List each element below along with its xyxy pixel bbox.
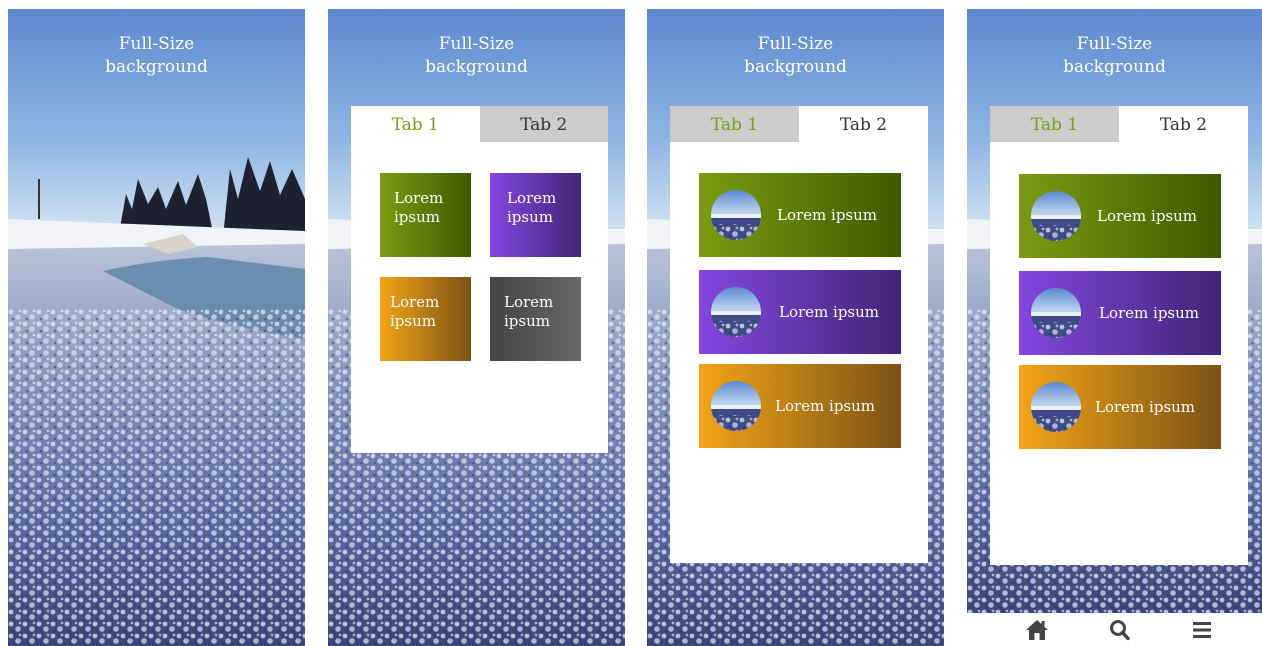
title-line-1: Full-Size bbox=[757, 34, 834, 54]
tile-green[interactable]: Lorem ipsum bbox=[380, 173, 471, 257]
list-item-label: Lorem ipsum bbox=[775, 397, 876, 415]
title-line-1: Full-Size bbox=[1076, 34, 1153, 54]
list-item-green[interactable]: Lorem ipsum bbox=[1019, 174, 1221, 258]
screen-3: Full-Size background Tab 1 Tab 2 Lorem i… bbox=[647, 9, 944, 646]
tab-panel: Tab 1 Tab 2 Lorem ipsum Lorem ipsum Lore… bbox=[670, 106, 928, 563]
title-line-2: background bbox=[1063, 57, 1166, 77]
background-photo bbox=[8, 9, 305, 646]
screen-2: Full-Size background Tab 1 Tab 2 Lorem i… bbox=[328, 9, 625, 646]
list-item-label: Lorem ipsum bbox=[777, 206, 878, 224]
title-line-1: Full-Size bbox=[438, 34, 515, 54]
home-icon[interactable] bbox=[1025, 619, 1049, 641]
list-item-orange[interactable]: Lorem ipsum bbox=[699, 364, 901, 448]
list-item-label: Lorem ipsum bbox=[1095, 398, 1196, 416]
menu-icon[interactable] bbox=[1191, 619, 1215, 641]
search-icon[interactable] bbox=[1108, 619, 1132, 641]
tile-purple[interactable]: Lorem ipsum bbox=[490, 173, 581, 257]
screen-4: Full-Size background Tab 1 Tab 2 Lorem i… bbox=[967, 9, 1262, 613]
background-title: Full-Size background bbox=[328, 33, 625, 79]
title-line-1: Full-Size bbox=[118, 34, 195, 54]
tile-orange[interactable]: Lorem ipsum bbox=[380, 277, 471, 361]
tile-label: Lorem ipsum bbox=[507, 189, 557, 226]
thumbnail bbox=[1031, 191, 1081, 241]
tab-bar: Tab 1 Tab 2 bbox=[351, 106, 608, 142]
screen-1: Full-Size background bbox=[8, 9, 305, 646]
thumbnail bbox=[711, 381, 761, 431]
tab-2[interactable]: Tab 2 bbox=[1119, 106, 1248, 142]
thumbnail bbox=[711, 190, 761, 240]
tab-2[interactable]: Tab 2 bbox=[799, 106, 928, 142]
tab-panel: Tab 1 Tab 2 Lorem ipsum Lorem ipsum Lore… bbox=[351, 106, 608, 453]
tab-1[interactable]: Tab 1 bbox=[351, 106, 480, 142]
list-item-label: Lorem ipsum bbox=[1097, 207, 1198, 225]
tile-label: Lorem ipsum bbox=[504, 293, 554, 330]
tab-panel: Tab 1 Tab 2 Lorem ipsum Lorem ipsum Lore… bbox=[990, 106, 1248, 565]
title-line-2: background bbox=[744, 57, 847, 77]
background-title: Full-Size background bbox=[967, 33, 1262, 79]
background-title: Full-Size background bbox=[8, 33, 305, 79]
thumbnail bbox=[1031, 288, 1081, 338]
list-item-green[interactable]: Lorem ipsum bbox=[699, 173, 901, 257]
tab-bar: Tab 1 Tab 2 bbox=[670, 106, 928, 142]
tab-1[interactable]: Tab 1 bbox=[990, 106, 1119, 142]
tile-label: Lorem ipsum bbox=[390, 293, 440, 330]
tab-2[interactable]: Tab 2 bbox=[479, 106, 608, 142]
thumbnail bbox=[1031, 382, 1081, 432]
bottom-nav bbox=[967, 613, 1262, 646]
background-title: Full-Size background bbox=[647, 33, 944, 79]
list-item-purple[interactable]: Lorem ipsum bbox=[1019, 271, 1221, 355]
tile-gray[interactable]: Lorem ipsum bbox=[490, 277, 581, 361]
title-line-2: background bbox=[105, 57, 208, 77]
title-line-2: background bbox=[425, 57, 528, 77]
list-item-orange[interactable]: Lorem ipsum bbox=[1019, 365, 1221, 449]
tile-label: Lorem ipsum bbox=[394, 189, 444, 226]
list-item-purple[interactable]: Lorem ipsum bbox=[699, 270, 901, 354]
thumbnail bbox=[711, 287, 761, 337]
tab-bar: Tab 1 Tab 2 bbox=[990, 106, 1248, 142]
tab-1[interactable]: Tab 1 bbox=[670, 106, 799, 142]
list-item-label: Lorem ipsum bbox=[1099, 304, 1200, 322]
list-item-label: Lorem ipsum bbox=[779, 303, 880, 321]
